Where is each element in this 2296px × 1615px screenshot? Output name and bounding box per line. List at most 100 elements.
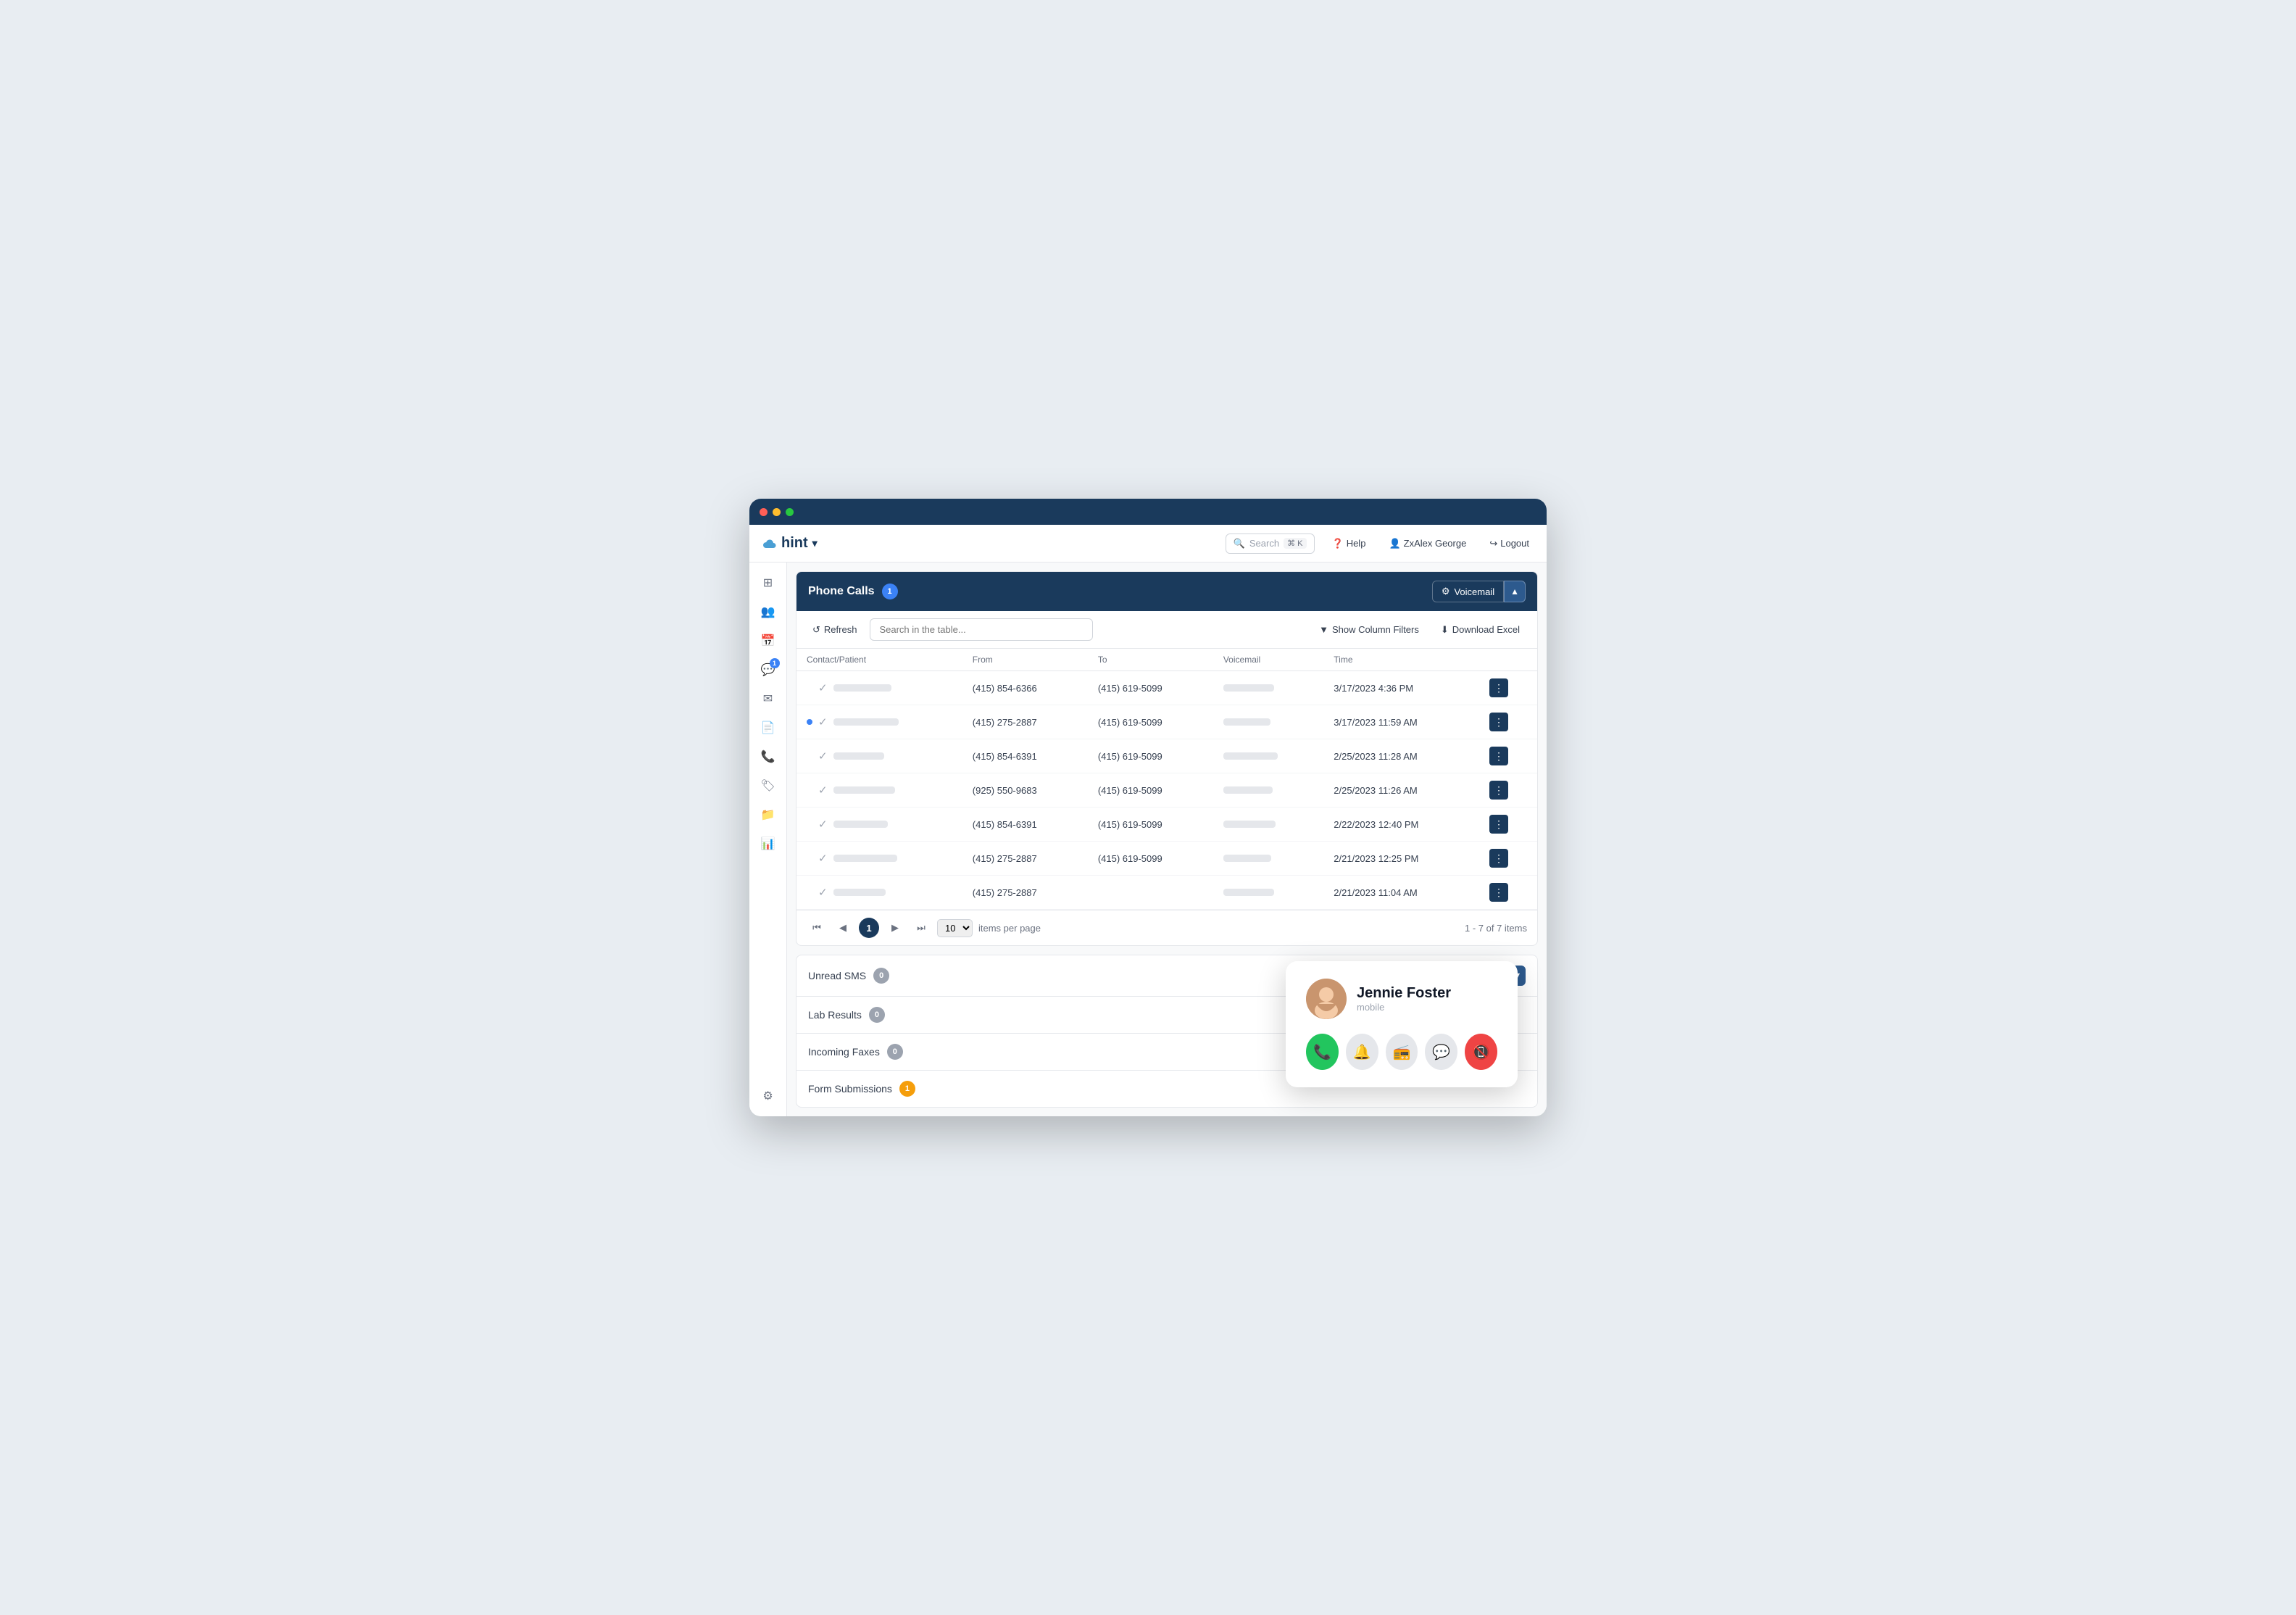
sidebar-item-messages[interactable]: 💬 1 [755,657,781,683]
cell-contact: ✓ [796,671,962,705]
cell-from: (415) 854-6391 [962,808,1088,842]
answer-call-button[interactable]: 📞 [1306,1034,1339,1070]
call-actions: 📞 🔔 📻 💬 📵 [1306,1034,1497,1070]
gear-icon: ⚙ [1442,586,1450,597]
cell-to: (415) 619-5099 [1088,671,1213,705]
row-menu-button[interactable]: ⋮ [1489,815,1508,834]
table-row: ✓ (415) 275-2887 2/21/2023 11:04 AM ⋮ [796,876,1537,910]
row-menu-button[interactable]: ⋮ [1489,713,1508,731]
sidebar-item-folder[interactable]: 📁 [755,802,781,828]
unread-indicator [807,719,812,725]
title-bar [749,499,1547,525]
check-icon: ✓ [818,852,828,865]
first-page-button[interactable]: ⏮ [807,918,827,938]
row-menu-button[interactable]: ⋮ [1489,883,1508,902]
voicemail-placeholder [1223,718,1270,726]
help-button[interactable]: ❓ Help [1326,535,1372,552]
row-menu-button[interactable]: ⋮ [1489,781,1508,800]
logout-button[interactable]: ↪ Logout [1484,535,1535,552]
phone-calls-count: 1 [882,584,898,599]
download-icon: ⬇ [1441,624,1449,636]
cell-action: ⋮ [1479,671,1537,705]
col-voicemail: Voicemail [1213,649,1323,671]
nav-actions: 🔍 Search ⌘ K ❓ Help 👤 ZxAlex George ↪ Lo… [1226,534,1535,554]
sidebar-item-tags[interactable]: 🏷 [755,773,781,799]
brand-dropdown[interactable]: ▾ [812,537,818,549]
fullscreen-dot[interactable] [786,508,794,516]
next-page-button[interactable]: ▶ [885,918,905,938]
col-from: From [962,649,1088,671]
user-menu[interactable]: 👤 ZxAlex George [1383,535,1472,552]
col-contact: Contact/Patient [796,649,962,671]
global-search[interactable]: 🔍 Search ⌘ K [1226,534,1315,554]
table-row: ✓ (415) 854-6391 (415) 619-5099 2/25/202… [796,739,1537,773]
voicemail-placeholder [1223,684,1274,692]
row-menu-button[interactable]: ⋮ [1489,678,1508,697]
form-submissions-count: 1 [899,1081,915,1097]
cell-voicemail [1213,739,1323,773]
table-row: ✓ (415) 275-2887 (415) 619-5099 2/21/202… [796,842,1537,876]
voicemail-button[interactable]: ⚙ Voicemail [1432,581,1504,602]
call-card: Jennie Foster mobile 📞 🔔 📻 💬 📵 [1286,961,1518,1087]
table-row: ✓ (925) 550-9683 (415) 619-5099 2/25/202… [796,773,1537,808]
message-button[interactable]: 💬 [1425,1034,1457,1070]
cell-time: 2/25/2023 11:26 AM [1323,773,1479,808]
table-search-input[interactable] [870,618,1093,641]
last-page-button[interactable]: ⏭ [911,918,931,938]
voicemail-placeholder [1223,855,1271,862]
filter-icon: ▼ [1319,624,1328,635]
caller-type: mobile [1357,1002,1451,1013]
incoming-faxes-count: 0 [887,1044,903,1060]
sidebar-item-calendar[interactable]: 📅 [755,628,781,654]
sidebar-item-settings[interactable]: ⚙ [755,1083,781,1109]
user-icon: 👤 [1389,538,1400,549]
cell-to: (415) 619-5099 [1088,842,1213,876]
sidebar-item-documents[interactable]: 📄 [755,715,781,741]
cell-to: (415) 619-5099 [1088,705,1213,739]
brand: hint ▾ [761,535,818,552]
per-page-select[interactable]: 10 25 50 [937,919,973,937]
page-1-button[interactable]: 1 [859,918,879,938]
cell-action: ⋮ [1479,808,1537,842]
mute-button[interactable]: 🔔 [1346,1034,1378,1070]
sidebar-item-contacts[interactable]: 👥 [755,599,781,625]
download-excel-button[interactable]: ⬇ Download Excel [1434,620,1527,639]
caller-info: Jennie Foster mobile [1357,985,1451,1013]
sidebar-item-dashboard[interactable]: ⊞ [755,570,781,596]
caller-name: Jennie Foster [1357,985,1451,1002]
minimize-dot[interactable] [773,508,781,516]
row-menu-button[interactable]: ⋮ [1489,747,1508,765]
logout-icon: ↪ [1489,538,1497,549]
voicemail-call-button[interactable]: 📻 [1386,1034,1418,1070]
check-icon: ✓ [818,681,828,694]
voicemail-dropdown-arrow[interactable]: ▲ [1504,581,1526,602]
sidebar-item-analytics[interactable]: 📊 [755,831,781,857]
voicemail-placeholder [1223,821,1276,828]
cell-from: (925) 550-9683 [962,773,1088,808]
decline-call-button[interactable]: 📵 [1465,1034,1497,1070]
calls-table: Contact/Patient From To Voicemail Time [796,649,1537,910]
table-row: ✓ (415) 275-2887 (415) 619-5099 3/17/202… [796,705,1537,739]
row-menu-button[interactable]: ⋮ [1489,849,1508,868]
voicemail-placeholder [1223,752,1278,760]
filter-button[interactable]: ▼ Show Column Filters [1312,620,1426,639]
cell-voicemail [1213,808,1323,842]
voicemail-button-group: ⚙ Voicemail ▲ [1432,581,1526,602]
cell-contact: ✓ [796,808,962,842]
check-icon: ✓ [818,818,828,831]
close-dot[interactable] [760,508,768,516]
sidebar-item-phone[interactable]: 📞 [755,744,781,770]
cell-time: 2/21/2023 12:25 PM [1323,842,1479,876]
phone-calls-title: Phone Calls [808,585,875,598]
refresh-button[interactable]: ↺ Refresh [807,621,862,639]
cell-time: 3/17/2023 4:36 PM [1323,671,1479,705]
contact-name-placeholder [833,752,884,760]
cell-action: ⋮ [1479,876,1537,910]
contact-name-placeholder [833,684,891,692]
help-icon: ❓ [1332,538,1344,549]
brand-name: hint [781,535,808,552]
sidebar-item-inbox[interactable]: ✉ [755,686,781,712]
cell-time: 2/22/2023 12:40 PM [1323,808,1479,842]
col-actions [1479,649,1537,671]
prev-page-button[interactable]: ◀ [833,918,853,938]
